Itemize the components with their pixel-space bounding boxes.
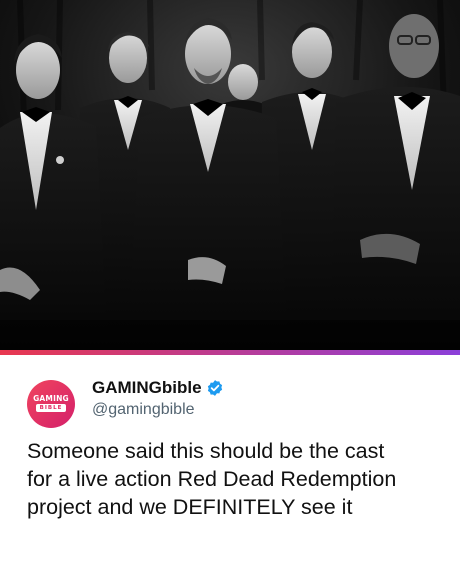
account-display-name[interactable]: GAMINGbible	[92, 378, 202, 398]
tweet-text-line: Someone said this should be the cast	[27, 439, 385, 463]
tweet-text-line: project and we DEFINITELY see it	[27, 495, 353, 519]
tweet-text: Someone said this should be the cast for…	[27, 437, 452, 521]
tweet-body: GAMING BIBLE GAMINGbible @gamingbible So…	[0, 355, 460, 575]
avatar-logo-text: GAMING	[33, 394, 69, 403]
account-handle[interactable]: @gamingbible	[92, 401, 195, 419]
group-photo-illustration	[0, 0, 460, 350]
account-name-row: GAMINGbible	[92, 377, 224, 399]
post-card: GAMING BIBLE GAMINGbible @gamingbible So…	[0, 0, 460, 575]
group-photo[interactable]	[0, 0, 460, 350]
account-avatar[interactable]: GAMING BIBLE	[27, 380, 75, 428]
avatar-logo-subtext: BIBLE	[36, 404, 66, 412]
verified-badge-icon	[206, 379, 224, 397]
tweet-text-line: for a live action Red Dead Redemption	[27, 467, 397, 491]
